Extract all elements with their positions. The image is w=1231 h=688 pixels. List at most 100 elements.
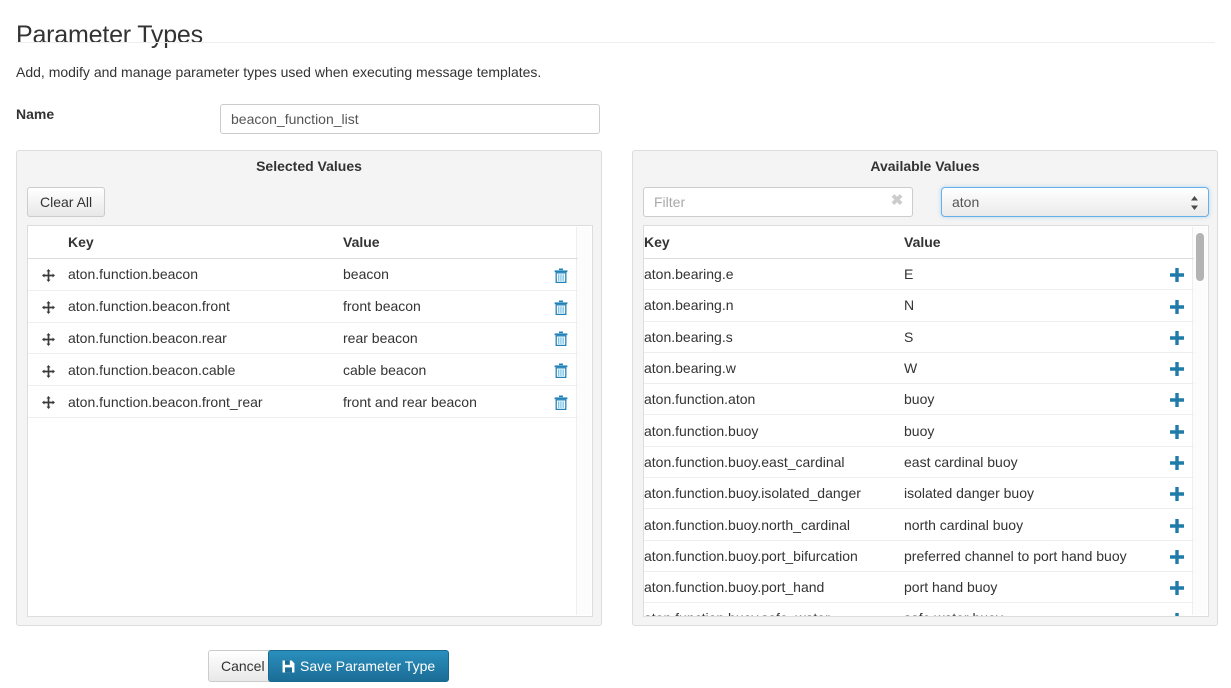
plus-icon[interactable] — [1169, 581, 1184, 596]
table-header-row: Key Value — [644, 226, 1194, 259]
row-add-action[interactable] — [1159, 321, 1194, 353]
row-value: east cardinal buoy — [904, 446, 1159, 479]
name-input[interactable] — [220, 104, 600, 134]
drag-column-header — [28, 226, 68, 259]
clear-icon[interactable]: ✖ — [889, 192, 905, 210]
plus-icon[interactable] — [1169, 362, 1184, 377]
row-value: isolated danger buoy — [904, 477, 1159, 510]
row-add-action[interactable] — [1159, 508, 1194, 541]
table-row[interactable]: aton.bearing.n N — [644, 289, 1194, 322]
filter-field-wrap: ✖ — [643, 187, 913, 217]
trash-icon[interactable] — [554, 395, 568, 411]
selected-values-panel: Selected Values Clear All Key Value aton… — [16, 150, 602, 626]
plus-icon[interactable] — [1169, 487, 1184, 502]
move-icon[interactable] — [41, 269, 55, 283]
action-column-header — [1159, 226, 1194, 259]
table-row[interactable]: aton.function.buoy buoy — [644, 414, 1194, 447]
available-values-heading: Available Values — [870, 158, 980, 174]
row-add-action[interactable] — [1159, 414, 1194, 447]
table-row[interactable]: aton.function.buoy.safe_watersafe water … — [644, 602, 1194, 616]
table-row[interactable]: aton.function.buoy.isolated_danger isolat… — [644, 477, 1194, 510]
selected-values-table: Key Value aton.function.beacon beacon aton… — [28, 226, 578, 418]
trash-icon[interactable] — [554, 363, 568, 379]
plus-icon[interactable] — [1170, 612, 1184, 616]
table-row[interactable]: aton.function.beacon.front front beacon — [28, 290, 578, 323]
row-add-action[interactable] — [1159, 258, 1194, 291]
row-remove-action[interactable] — [543, 290, 578, 323]
table-row[interactable]: aton.function.buoy.port_hand port hand bu… — [644, 571, 1194, 604]
key-column-header: Key — [68, 226, 343, 259]
plus-icon[interactable] — [1169, 330, 1184, 345]
row-add-action[interactable] — [1159, 383, 1194, 416]
page-description: Add, modify and manage parameter types u… — [16, 64, 542, 80]
plus-icon[interactable] — [1169, 456, 1184, 471]
move-icon[interactable] — [41, 364, 55, 378]
table-row[interactable]: aton.bearing.e E — [644, 258, 1194, 291]
row-value: front beacon — [343, 290, 543, 323]
table-row[interactable]: aton.function.beacon.front_rear front and… — [28, 385, 578, 418]
row-add-action[interactable] — [1159, 602, 1194, 616]
trash-icon[interactable] — [554, 331, 568, 347]
available-values-panel: Available Values ✖ aton — [632, 150, 1218, 626]
selected-values-heading: Selected Values — [256, 158, 362, 174]
value-type-select[interactable]: aton — [941, 187, 1209, 217]
filter-input[interactable] — [643, 187, 913, 217]
plus-icon[interactable] — [1169, 424, 1184, 439]
row-add-action[interactable] — [1159, 477, 1194, 510]
move-icon[interactable] — [41, 332, 55, 346]
value-column-header: Value — [343, 226, 543, 259]
row-value: N — [904, 289, 1159, 322]
row-add-action[interactable] — [1159, 540, 1194, 572]
available-values-table: Key Value aton.bearing.e Eaton.bearing.n N… — [644, 226, 1194, 616]
value-type-select-label: aton — [952, 194, 980, 210]
row-key: aton.function.buoy.isolated_danger — [644, 477, 904, 510]
row-add-action[interactable] — [1159, 446, 1194, 479]
plus-icon[interactable] — [1169, 268, 1184, 283]
table-row[interactable]: aton.bearing.w W — [644, 352, 1194, 385]
trash-icon[interactable] — [554, 300, 568, 315]
row-drag-handle[interactable] — [28, 353, 68, 387]
row-value: cable beacon — [343, 353, 543, 387]
row-key: aton.function.aton — [644, 383, 904, 416]
row-drag-handle[interactable] — [28, 290, 68, 323]
row-remove-action[interactable] — [543, 322, 578, 355]
table-header-row: Key Value — [28, 226, 578, 259]
row-value: E — [904, 258, 1159, 291]
row-add-action[interactable] — [1159, 571, 1194, 604]
table-row[interactable]: aton.bearing.s S — [644, 321, 1194, 353]
row-key: aton.bearing.s — [644, 321, 904, 353]
title-divider — [16, 42, 1215, 43]
plus-icon[interactable] — [1169, 299, 1184, 314]
save-parameter-type-button[interactable]: Save Parameter Type — [268, 650, 450, 682]
row-drag-handle[interactable] — [28, 258, 68, 291]
row-value: buoy — [904, 383, 1159, 416]
table-row[interactable]: aton.function.beacon.rear rear beacon — [28, 322, 578, 355]
row-key: aton.function.buoy.north_cardinal — [644, 508, 904, 541]
table-row[interactable]: aton.function.buoy.east_cardinal east car… — [644, 446, 1194, 479]
table-row[interactable]: aton.function.aton buoy — [644, 383, 1194, 416]
row-remove-action[interactable] — [543, 385, 578, 418]
plus-icon[interactable] — [1169, 549, 1184, 564]
selected-values-listbox: Key Value aton.function.beacon beacon aton… — [27, 225, 593, 617]
parameter-types-page: Parameter Types Add, modify and manage p… — [0, 0, 1231, 688]
row-drag-handle[interactable] — [28, 385, 68, 418]
move-icon[interactable] — [41, 300, 55, 314]
move-icon[interactable] — [41, 396, 55, 410]
value-column-header: Value — [904, 226, 1159, 259]
form-footer: Cancel Save Parameter Type — [0, 646, 1231, 688]
table-row[interactable]: aton.function.beacon beacon — [28, 258, 578, 291]
row-key: aton.function.beacon.front — [68, 290, 343, 323]
row-add-action[interactable] — [1159, 289, 1194, 322]
row-drag-handle[interactable] — [28, 322, 68, 355]
trash-icon[interactable] — [554, 268, 568, 283]
plus-icon[interactable] — [1169, 393, 1184, 408]
plus-icon[interactable] — [1169, 518, 1184, 533]
row-key: aton.bearing.w — [644, 352, 904, 385]
row-add-action[interactable] — [1159, 352, 1194, 385]
table-row[interactable]: aton.function.buoy.north_cardinal north c… — [644, 508, 1194, 541]
row-remove-action[interactable] — [543, 258, 578, 291]
table-row[interactable]: aton.function.beacon.cable cable beacon — [28, 353, 578, 387]
clear-all-button[interactable]: Clear All — [27, 187, 106, 217]
row-remove-action[interactable] — [543, 353, 578, 387]
table-row[interactable]: aton.function.buoy.port_bifurcation prefe… — [644, 540, 1194, 572]
